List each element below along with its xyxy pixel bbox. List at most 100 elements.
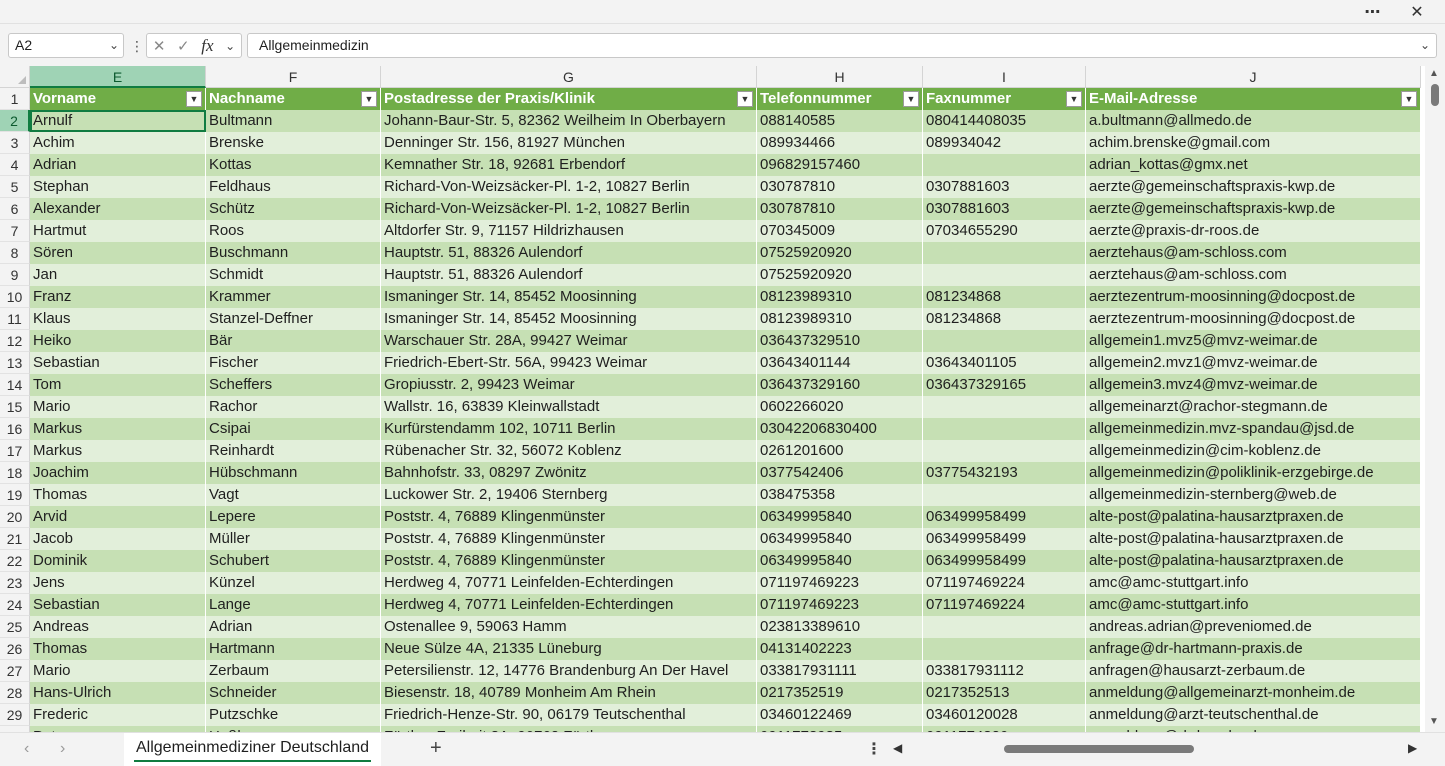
table-cell[interactable] [923,616,1086,638]
table-cell[interactable]: Friedrich-Henze-Str. 90, 06179 Teutschen… [381,704,757,726]
table-cell[interactable]: Alexander [30,198,206,220]
row-header[interactable]: 2 [0,110,30,132]
column-header-e[interactable]: E [30,66,206,88]
vertical-dots-icon[interactable]: ⋮ [866,739,882,759]
table-cell[interactable]: 088140585 [757,110,923,132]
add-sheet-button[interactable]: + [430,737,442,760]
table-cell[interactable]: Mario [30,396,206,418]
table-cell[interactable]: Künzel [206,572,381,594]
table-cell[interactable]: Reinhardt [206,440,381,462]
table-cell[interactable]: Bär [206,330,381,352]
table-cell[interactable]: Stephan [30,176,206,198]
name-box[interactable]: A2 ⌄ [8,33,124,58]
table-cell[interactable]: Denninger Str. 156, 81927 München [381,132,757,154]
table-cell[interactable]: Zerbaum [206,660,381,682]
table-cell[interactable]: Stanzel-Deffner [206,308,381,330]
scroll-right-icon[interactable]: ▶ [1408,741,1417,755]
header-cell[interactable]: Vorname ▼ [30,88,206,110]
table-cell[interactable]: Neue Sülze 4A, 21335 Lüneburg [381,638,757,660]
header-cell[interactable]: Postadresse der Praxis/Klinik ▼ [381,88,757,110]
table-cell[interactable]: 030787810 [757,176,923,198]
table-cell[interactable]: achim.brenske@gmail.com [1086,132,1421,154]
table-cell[interactable] [923,484,1086,506]
table-cell[interactable] [923,638,1086,660]
table-cell[interactable]: Markus [30,440,206,462]
table-cell[interactable]: Franz [30,286,206,308]
table-cell[interactable]: Dominik [30,550,206,572]
table-cell[interactable]: Achim [30,132,206,154]
table-cell[interactable]: allgemeinarzt@rachor-stegmann.de [1086,396,1421,418]
horizontal-scroll-thumb[interactable] [1004,745,1194,753]
table-cell[interactable]: allgemeinmedizin@poliklinik-erzgebirge.d… [1086,462,1421,484]
more-options-icon[interactable]: ⋯ [1358,0,1388,24]
table-cell[interactable]: 06349995840 [757,528,923,550]
confirm-icon[interactable]: ✓ [177,37,190,55]
cancel-icon[interactable]: ✕ [153,37,166,55]
table-cell[interactable]: Lange [206,594,381,616]
table-cell[interactable]: Ismaninger Str. 14, 85452 Moosinning [381,308,757,330]
table-cell[interactable]: Markus [30,418,206,440]
table-cell[interactable]: 063499958499 [923,506,1086,528]
table-cell[interactable]: 0217352519 [757,682,923,704]
table-cell[interactable]: Lepere [206,506,381,528]
row-header[interactable]: 22 [0,550,30,572]
row-header[interactable]: 15 [0,396,30,418]
table-cell[interactable]: Hauptstr. 51, 88326 Aulendorf [381,242,757,264]
table-cell[interactable]: Thomas [30,638,206,660]
header-cell[interactable]: E-Mail-Adresse ▼ [1086,88,1421,110]
column-header-i[interactable]: I [923,66,1086,88]
row-header[interactable]: 26 [0,638,30,660]
table-cell[interactable]: Richard-Von-Weizsäcker-Pl. 1-2, 10827 Be… [381,176,757,198]
table-cell[interactable]: Csipai [206,418,381,440]
filter-dropdown-icon[interactable]: ▼ [737,91,753,107]
vertical-scrollbar[interactable]: ▲ ▼ [1425,66,1445,732]
spreadsheet-grid[interactable]: EFGHIJ 1 Vorname ▼ Nachname ▼ Postadresse der… [0,66,1425,732]
row-header[interactable]: 17 [0,440,30,462]
row-header[interactable]: 7 [0,220,30,242]
table-cell[interactable]: 071197469223 [757,594,923,616]
table-cell[interactable]: 071197469224 [923,594,1086,616]
table-cell[interactable]: Kurfürstendamm 102, 10711 Berlin [381,418,757,440]
table-cell[interactable]: Adrian [206,616,381,638]
table-cell[interactable] [923,242,1086,264]
table-cell[interactable]: 096829157460 [757,154,923,176]
table-cell[interactable]: 080414408035 [923,110,1086,132]
vertical-scroll-thumb[interactable] [1431,84,1439,106]
expand-formula-icon[interactable]: ⌄ [1420,34,1430,57]
table-cell[interactable]: Herdweg 4, 70771 Leinfelden-Echterdingen [381,594,757,616]
row-header[interactable]: 10 [0,286,30,308]
table-cell[interactable]: Klaus [30,308,206,330]
next-sheet-icon[interactable]: › [60,740,65,758]
table-cell[interactable]: Scheffers [206,374,381,396]
table-cell[interactable]: aerztezentrum-moosinning@docpost.de [1086,308,1421,330]
table-cell[interactable]: Jan [30,264,206,286]
row-header[interactable]: 24 [0,594,30,616]
table-cell[interactable]: 0377542406 [757,462,923,484]
table-cell[interactable]: 081234868 [923,286,1086,308]
sheet-tab-active[interactable]: Allgemeinmediziner Deutschland [124,733,382,766]
table-cell[interactable]: 03460122469 [757,704,923,726]
table-cell[interactable]: Arvid [30,506,206,528]
table-cell[interactable]: amc@amc-stuttgart.info [1086,572,1421,594]
row-header[interactable]: 16 [0,418,30,440]
table-cell[interactable]: 0217352513 [923,682,1086,704]
table-cell[interactable]: Schubert [206,550,381,572]
table-cell[interactable]: Altdorfer Str. 9, 71157 Hildrizhausen [381,220,757,242]
table-cell[interactable]: Tom [30,374,206,396]
table-cell[interactable]: 03460120028 [923,704,1086,726]
table-cell[interactable]: 089934466 [757,132,923,154]
table-cell[interactable]: Putzschke [206,704,381,726]
table-cell[interactable]: 08123989310 [757,308,923,330]
row-header[interactable]: 28 [0,682,30,704]
table-cell[interactable]: Richard-Von-Weizsäcker-Pl. 1-2, 10827 Be… [381,198,757,220]
close-icon[interactable]: ✕ [1402,0,1432,24]
table-cell[interactable]: Buschmann [206,242,381,264]
scroll-left-icon[interactable]: ◀ [893,741,902,755]
row-header[interactable]: 29 [0,704,30,726]
table-cell[interactable]: 089934042 [923,132,1086,154]
table-cell[interactable]: Hauptstr. 51, 88326 Aulendorf [381,264,757,286]
table-cell[interactable]: Andreas [30,616,206,638]
table-cell[interactable]: Poststr. 4, 76889 Klingenmünster [381,506,757,528]
table-cell[interactable]: 038475358 [757,484,923,506]
table-cell[interactable]: 0307881603 [923,198,1086,220]
